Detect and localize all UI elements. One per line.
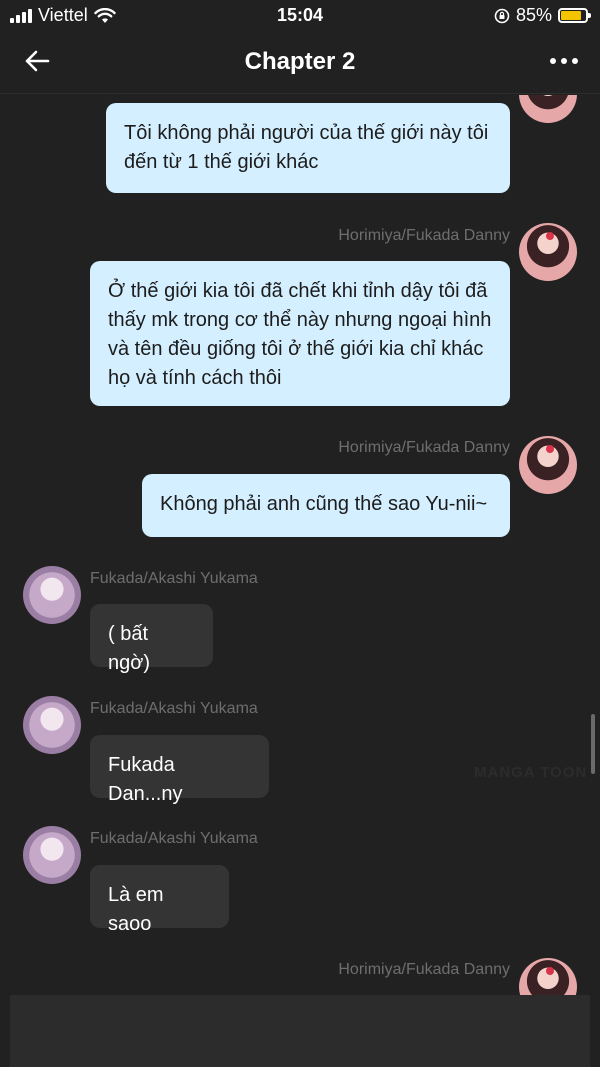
message-input-area[interactable] [10,995,590,1067]
sender-name: Fukada/Akashi Yukama [90,830,258,847]
avatar[interactable] [519,436,577,494]
page-title: Chapter 2 [244,48,356,75]
orientation-lock-icon [494,8,510,23]
battery-percent: 85% [515,5,552,25]
message-bubble[interactable]: Fukada Dan...ny [90,735,269,805]
message-bubble[interactable]: Tôi không phải người của thế giới này tô… [106,103,510,193]
more-options-icon[interactable] [550,58,578,64]
sender-name: Fukada/Akashi Yukama [90,700,258,717]
scrollbar[interactable] [591,714,595,774]
sender-name: Horimiya/Fukada Danny [338,961,510,978]
sender-name: Horimiya/Fukada Danny [338,227,510,244]
battery-icon [558,8,591,23]
status-bar: Viettel 15:04 85% [0,0,600,32]
message-bubble[interactable]: ( bất ngờ) [90,604,213,674]
header: Chapter 2 [0,32,600,94]
avatar[interactable] [519,958,577,995]
watermark: MANGA TOON [474,764,588,781]
avatar[interactable] [519,95,577,123]
avatar[interactable] [23,566,81,624]
message-bubble[interactable]: Là em saoo [90,865,229,935]
sender-name: Fukada/Akashi Yukama [90,570,258,587]
message-bubble[interactable]: Ở thế giới kia tôi đã chết khi tỉnh dậy … [90,261,510,406]
battery-level [561,11,582,20]
message-bubble[interactable]: Không phải anh cũng thế sao Yu-nii~ [142,474,510,537]
sender-name: Horimiya/Fukada Danny [338,439,510,456]
avatar[interactable] [23,696,81,754]
avatar[interactable] [519,223,577,281]
chat-area[interactable]: Tôi không phải người của thế giới này tô… [0,95,600,995]
avatar[interactable] [23,826,81,884]
